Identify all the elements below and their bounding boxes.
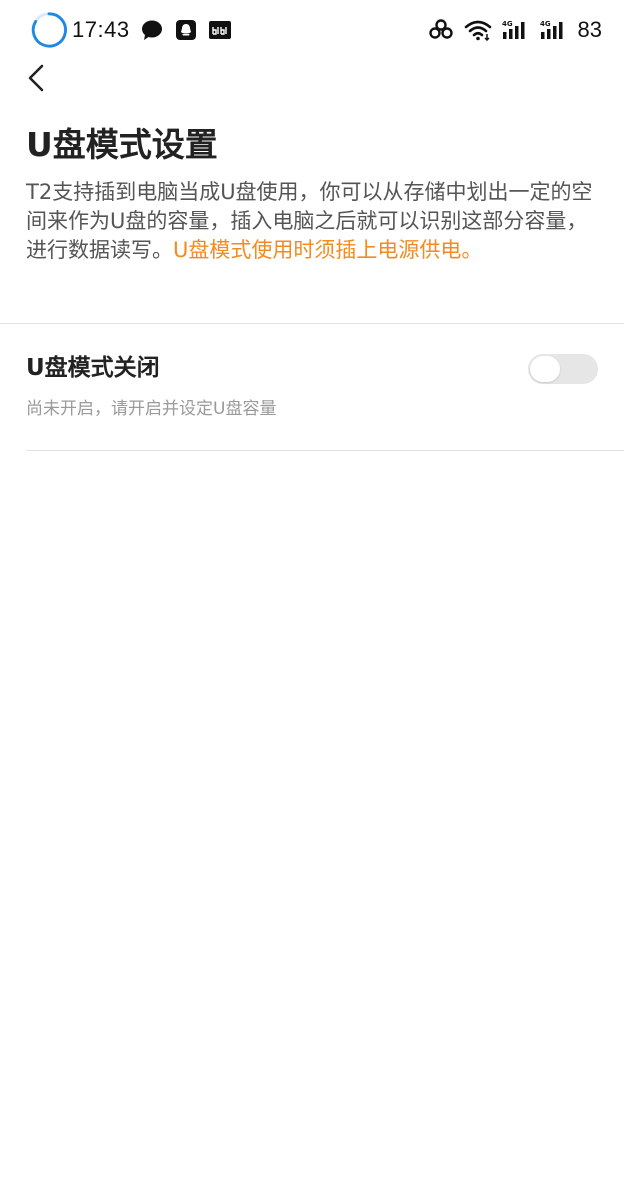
qq-icon xyxy=(175,20,196,40)
power-warning: U盘模式使用时须插上电源供电。 xyxy=(173,238,483,262)
signal-4g-icon: 4G xyxy=(540,20,563,39)
setting-title: U盘模式关闭 xyxy=(26,355,160,381)
usb-mode-setting-row: U盘模式关闭 尚未开启，请开启并设定U盘容量 xyxy=(0,324,624,450)
toggle-knob xyxy=(530,356,560,382)
svg-text:4G: 4G xyxy=(540,20,551,28)
svg-text:4G: 4G xyxy=(502,20,513,28)
chevron-left-icon xyxy=(28,64,44,92)
page-title: U盘模式设置 xyxy=(26,125,218,164)
status-bar: 17:43 4G 4G 83 xyxy=(0,0,624,60)
status-time: 17:43 xyxy=(72,17,130,42)
signal-4g-icon: 4G xyxy=(502,20,525,39)
status-bar-left: 17:43 xyxy=(30,10,242,50)
wifi-icon xyxy=(464,20,491,41)
divider xyxy=(26,450,624,451)
loading-icon xyxy=(31,12,67,48)
back-button[interactable] xyxy=(16,58,56,98)
description: T2支持插到电脑当成U盘使用，你可以从存储中划出一定的空间来作为U盘的容量，插入… xyxy=(26,178,596,265)
status-bar-right: 4G 4G 83 xyxy=(418,10,602,50)
link-icon xyxy=(428,19,453,39)
chat-bubble-icon xyxy=(141,20,162,40)
usb-mode-toggle[interactable] xyxy=(528,354,598,384)
bilibili-icon xyxy=(208,21,231,39)
setting-subtitle: 尚未开启，请开启并设定U盘容量 xyxy=(26,399,277,419)
battery-level: 83 xyxy=(577,17,602,42)
